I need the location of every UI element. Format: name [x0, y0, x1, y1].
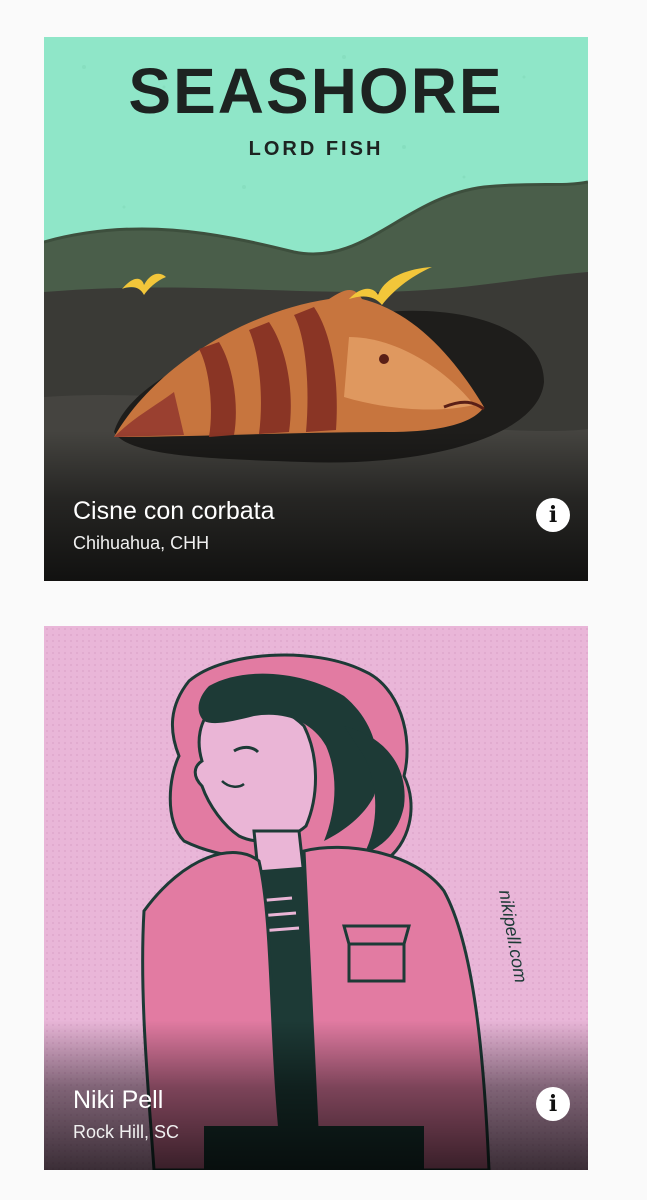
card-caption: Cisne con corbata Chihuahua, CHH [73, 495, 275, 555]
artist-location: Rock Hill, SC [73, 1122, 180, 1142]
info-button[interactable]: i [536, 498, 570, 532]
artist-name: Niki Pell [73, 1086, 164, 1114]
artwork-subtitle-text: LORD FISH [249, 138, 384, 160]
artwork-card[interactable]: nikipell.com Niki Pell Rock Hill, SC i [44, 626, 588, 1170]
artwork-title-text: SEASHORE [128, 55, 503, 127]
artwork-card[interactable]: SEASHORE LORD FISH Cisne con corbata Chi… [44, 37, 588, 581]
info-icon: i [548, 502, 558, 528]
artist-location: Chihuahua, CHH [73, 533, 210, 553]
card-caption: Niki Pell Rock Hill, SC [73, 1084, 179, 1144]
info-button[interactable]: i [536, 1087, 570, 1121]
info-icon: i [548, 1091, 558, 1117]
artist-name: Cisne con corbata [73, 497, 275, 525]
